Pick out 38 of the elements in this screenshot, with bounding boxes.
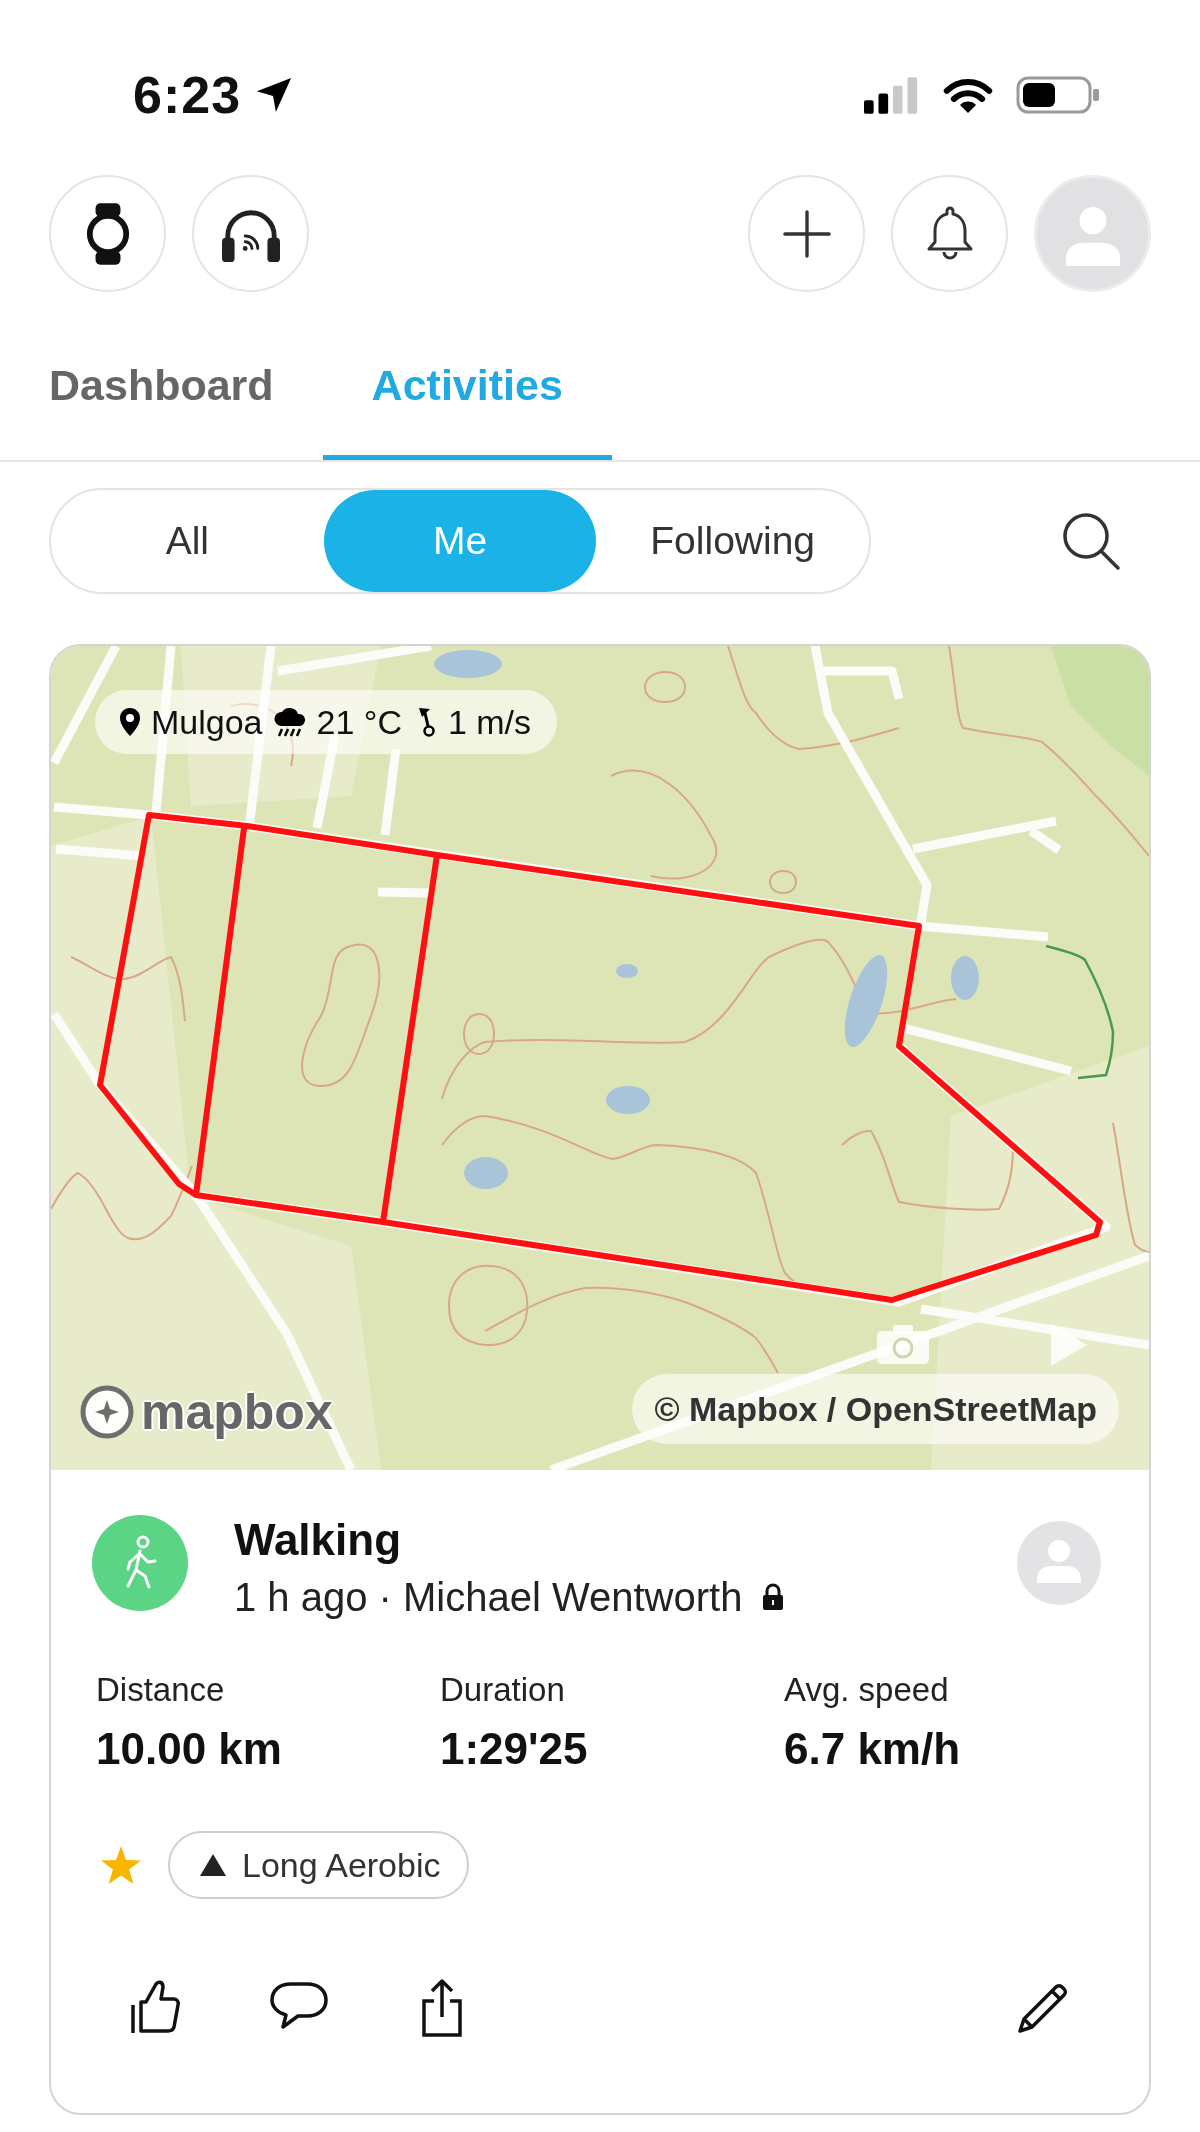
pond [434, 650, 502, 678]
stat-label: Duration [440, 1670, 565, 1710]
stat-value: 10.00 km [96, 1724, 282, 1774]
pond [606, 1086, 650, 1114]
pond [951, 956, 979, 1000]
stat-value: 1:29'25 [440, 1724, 588, 1774]
star-icon[interactable] [99, 1845, 143, 1885]
status-time: 6:23 [133, 70, 242, 120]
map-attribution[interactable]: © Mapbox / OpenStreetMap [632, 1374, 1119, 1444]
pond [616, 964, 638, 978]
location-label: Mulgoa [151, 702, 263, 742]
stat-label: Avg. speed [784, 1670, 949, 1710]
location-arrow-icon [255, 76, 294, 114]
person-icon [1063, 205, 1122, 268]
stat-value: 6.7 km/h [784, 1724, 961, 1774]
walking-icon [92, 1515, 188, 1611]
tag-label: Long Aerobic [242, 1845, 441, 1885]
wind-speed-label: 1 m/s [447, 702, 532, 742]
map-logo-text: mapbox [141, 1384, 333, 1440]
battery-icon [1016, 76, 1100, 114]
location-pin-icon [119, 707, 141, 737]
nav-tab[interactable]: Dashboard [0, 292, 323, 460]
wifi-icon [942, 76, 994, 114]
signal-icon [864, 76, 920, 114]
filter-tab[interactable]: Following [596, 490, 869, 592]
plus-icon [782, 209, 831, 258]
rain-cloud-icon [272, 707, 307, 737]
activity-subtitle: 1 h ago · Michael Wentworth [234, 1574, 743, 1621]
watch-icon [84, 202, 131, 265]
activity-title: Walking [234, 1515, 403, 1565]
temperature-label: 21 °C [316, 702, 402, 742]
avatar-icon [1017, 1521, 1101, 1605]
logo-icon [79, 1384, 135, 1440]
pond [464, 1157, 508, 1189]
triangle-icon [200, 1854, 226, 1876]
stat-label: Distance [96, 1670, 225, 1710]
search-icon [1061, 511, 1121, 571]
filter-tab[interactable]: All [51, 490, 324, 592]
